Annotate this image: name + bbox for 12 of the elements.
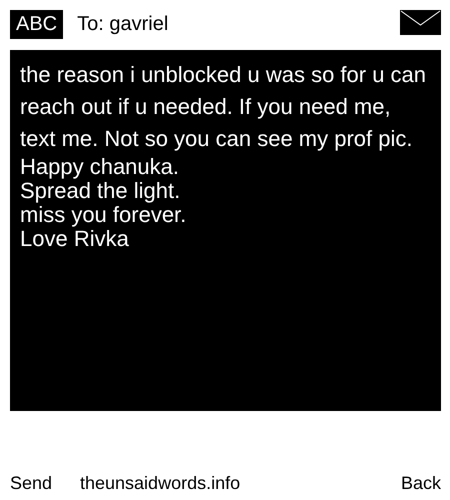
recipient-label: To: gavriel — [77, 13, 170, 36]
website-label: theunsaidwords.info — [80, 473, 242, 494]
input-mode-indicator: ABC — [10, 10, 64, 39]
back-softkey[interactable]: Back — [400, 473, 441, 494]
message-line: the reason i unblocked u was so for u can reach out if u needed. If you need me, text me. Not so you can see my prof pic. — [20, 61, 428, 153]
message-line: Happy chanuka. — [20, 155, 180, 179]
send-softkey[interactable]: Send — [10, 473, 80, 494]
envelope-icon — [400, 10, 441, 35]
message-line: Spread the light. — [20, 179, 182, 203]
message-line: Love Rivka — [20, 227, 130, 251]
message-body[interactable]: the reason i unblocked u was so for u can reach out if u needed. If you need me, text me. Not so you can see my prof pic. Happy chanuka. Spread the light. miss you forever. Love Rivka — [10, 50, 441, 411]
message-line: miss you forever. — [20, 203, 188, 227]
